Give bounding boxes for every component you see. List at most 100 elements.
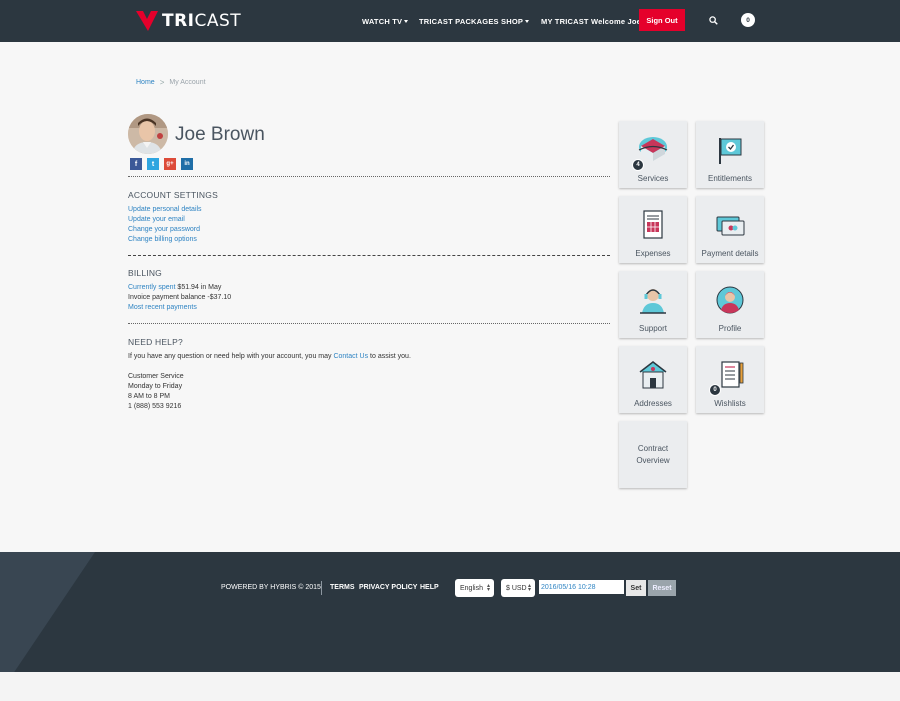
avatar-photo-icon bbox=[128, 114, 168, 154]
contract-overview-line-2: Overview bbox=[636, 456, 670, 465]
contract-overview-line-1: Contract bbox=[637, 444, 669, 453]
tile-addresses-label: Addresses bbox=[634, 399, 672, 408]
page-footer: POWERED BY HYBRIS © 2015 TERMS PRIVACY P… bbox=[0, 552, 900, 672]
addresses-house-icon bbox=[639, 361, 667, 389]
tile-entitlements-label: Entitlements bbox=[707, 174, 753, 183]
customer-service-info: Customer Service Monday to Friday 8 AM t… bbox=[128, 372, 184, 412]
nav-tricast-packages[interactable]: TRICAST PACKAGES bbox=[419, 0, 499, 42]
tile-wishlists-label: Wishlists bbox=[714, 399, 746, 408]
tile-services[interactable]: 4 Services bbox=[619, 121, 687, 188]
nav-watch-tv-label: WATCH TV bbox=[362, 16, 403, 26]
contact-us-link[interactable]: Contact Us bbox=[333, 353, 368, 360]
social-links: f t g+ in bbox=[130, 158, 193, 170]
change-billing-options-link[interactable]: Change billing options bbox=[128, 235, 202, 245]
date-time-input[interactable] bbox=[539, 580, 624, 594]
nav-my-tricast[interactable]: MY TRICAST bbox=[541, 0, 589, 42]
tile-entitlements[interactable]: Entitlements bbox=[696, 121, 764, 188]
tile-expenses[interactable]: Expenses bbox=[619, 196, 687, 263]
currently-spent-value: $51.94 in May bbox=[177, 284, 222, 291]
nav-shop-label: SHOP bbox=[501, 16, 524, 26]
section-divider bbox=[128, 176, 610, 177]
avatar bbox=[128, 114, 168, 154]
tile-support[interactable]: Support bbox=[619, 271, 687, 338]
breadcrumb-separator: > bbox=[159, 78, 165, 87]
tile-support-label: Support bbox=[638, 324, 668, 333]
expenses-document-icon bbox=[643, 210, 663, 239]
tile-payment-details-label: Payment details bbox=[701, 249, 759, 258]
currently-spent-row: Currently spent $51.94 in May bbox=[128, 283, 231, 293]
powered-by-text: POWERED BY HYBRIS © 2015 bbox=[221, 584, 321, 591]
services-badge: 4 bbox=[632, 159, 644, 171]
wishlists-badge: 0 bbox=[709, 384, 721, 396]
tile-services-label: Services bbox=[637, 174, 669, 183]
need-help-title: NEED HELP? bbox=[128, 337, 183, 347]
tile-profile[interactable]: Profile bbox=[696, 271, 764, 338]
tile-contract-overview-label: Contract Overview bbox=[619, 443, 687, 467]
service-hours-line: 8 AM to 8 PM bbox=[128, 393, 171, 400]
logo-mark-icon bbox=[136, 11, 158, 31]
currency-value: $ USD bbox=[506, 584, 527, 592]
tricast-logo[interactable]: TRICAST bbox=[136, 11, 241, 31]
service-days-line: Monday to Friday bbox=[128, 383, 183, 390]
cart-count-badge[interactable]: 0 bbox=[741, 13, 755, 27]
reset-button[interactable]: Reset bbox=[648, 580, 676, 596]
tile-wishlists[interactable]: 0 Wishlists bbox=[696, 346, 764, 413]
welcome-label: Welcome Joe bbox=[591, 16, 641, 26]
twitter-icon[interactable]: t bbox=[147, 158, 159, 170]
language-value: English bbox=[460, 584, 483, 592]
tile-contract-overview[interactable]: Contract Overview bbox=[619, 421, 687, 488]
help-text-after: to assist you. bbox=[368, 353, 411, 360]
language-select[interactable]: English ▴ ▾ bbox=[455, 579, 494, 597]
tile-profile-label: Profile bbox=[718, 324, 742, 333]
entitlements-flag-icon bbox=[719, 138, 742, 164]
privacy-policy-link[interactable]: PRIVACY POLICY bbox=[359, 584, 417, 591]
help-text-before: If you have any question or need help wi… bbox=[128, 353, 334, 360]
page-bottom bbox=[0, 672, 900, 701]
select-arrows-icon: ▴ ▾ bbox=[527, 583, 531, 593]
account-settings-links: Update personal details Update your emai… bbox=[128, 205, 202, 245]
welcome-message: Welcome Joe bbox=[591, 0, 641, 42]
tile-payment-details[interactable]: Payment details bbox=[696, 196, 764, 263]
service-phone-line: 1 (888) 553 9216 bbox=[128, 403, 182, 410]
footer-decoration bbox=[0, 552, 95, 672]
sign-out-button[interactable]: Sign Out bbox=[639, 9, 685, 31]
logo-wordmark: TRICAST bbox=[162, 11, 242, 31]
customer-service-line: Customer Service bbox=[128, 373, 184, 380]
change-password-link[interactable]: Change your password bbox=[128, 225, 202, 235]
profile-name: Joe Brown bbox=[175, 124, 265, 145]
section-divider bbox=[128, 255, 610, 256]
nav-watch-tv[interactable]: WATCH TV bbox=[362, 0, 409, 42]
tile-expenses-label: Expenses bbox=[635, 249, 671, 258]
nav-my-tricast-label: MY TRICAST bbox=[541, 16, 589, 26]
section-divider bbox=[128, 323, 610, 324]
google-plus-icon[interactable]: g+ bbox=[164, 158, 176, 170]
payment-cards-icon bbox=[716, 216, 745, 236]
nav-packages-label: TRICAST PACKAGES bbox=[419, 16, 499, 26]
set-button[interactable]: Set bbox=[626, 580, 646, 596]
linkedin-icon[interactable]: in bbox=[181, 158, 193, 170]
currency-select[interactable]: $ USD ▴ ▾ bbox=[501, 579, 535, 597]
chevron-down-icon bbox=[404, 19, 409, 23]
nav-shop[interactable]: SHOP bbox=[501, 0, 530, 42]
recent-payments-link[interactable]: Most recent payments bbox=[128, 303, 231, 313]
help-link[interactable]: HELP bbox=[420, 584, 439, 591]
billing-info: Currently spent $51.94 in May Invoice pa… bbox=[128, 283, 231, 313]
facebook-icon[interactable]: f bbox=[130, 158, 142, 170]
breadcrumb: Home > My Account bbox=[136, 78, 206, 87]
terms-link[interactable]: TERMS bbox=[330, 584, 355, 591]
select-arrows-icon: ▴ ▾ bbox=[486, 583, 490, 593]
help-message: If you have any question or need help wi… bbox=[128, 352, 411, 362]
billing-title: BILLING bbox=[128, 268, 162, 278]
update-personal-details-link[interactable]: Update personal details bbox=[128, 205, 202, 215]
help-text: If you have any question or need help wi… bbox=[128, 352, 411, 362]
chevron-down-icon bbox=[525, 19, 530, 23]
profile-user-icon bbox=[716, 286, 744, 314]
breadcrumb-current: My Account bbox=[169, 79, 206, 86]
support-headset-icon bbox=[640, 289, 666, 314]
search-icon[interactable] bbox=[709, 16, 718, 25]
update-email-link[interactable]: Update your email bbox=[128, 215, 202, 225]
top-header: TRICAST WATCH TV TRICAST PACKAGES SHOP M… bbox=[0, 0, 900, 42]
currently-spent-link[interactable]: Currently spent bbox=[128, 284, 175, 291]
tile-addresses[interactable]: Addresses bbox=[619, 346, 687, 413]
breadcrumb-home-link[interactable]: Home bbox=[136, 79, 155, 86]
